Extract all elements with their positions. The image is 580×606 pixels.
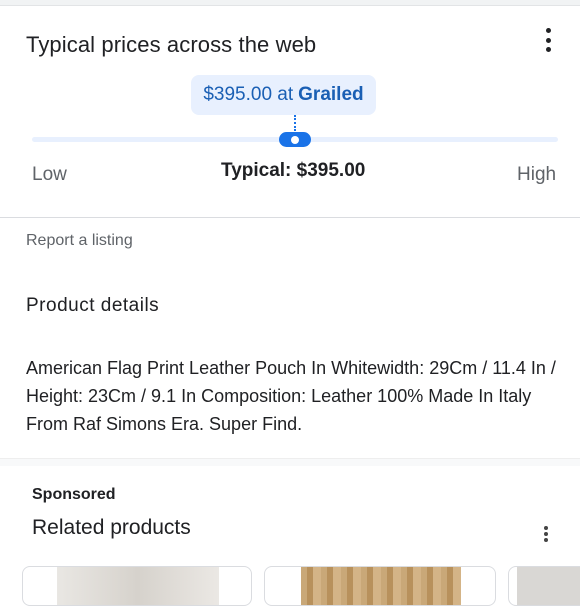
low-label: Low bbox=[32, 164, 67, 185]
typical-price-label: Typical: $395.00 bbox=[221, 160, 366, 181]
related-products-title: Related products bbox=[32, 516, 191, 539]
tooltip-price: $395.00 at bbox=[203, 84, 294, 105]
thumb-dot bbox=[291, 135, 299, 144]
price-card-title: Typical prices across the web bbox=[26, 32, 317, 57]
price-tooltip[interactable]: $395.00 at Grailed bbox=[191, 75, 376, 115]
report-listing-link[interactable]: Report a listing bbox=[26, 232, 133, 250]
related-product-card[interactable] bbox=[264, 566, 496, 606]
price-slider-thumb[interactable] bbox=[279, 132, 311, 147]
high-label: High bbox=[517, 164, 557, 185]
product-thumbnail bbox=[517, 567, 580, 605]
product-thumbnail bbox=[57, 567, 219, 605]
tooltip-store-name: Grailed bbox=[298, 84, 364, 105]
related-product-card[interactable] bbox=[508, 566, 580, 606]
product-thumbnail bbox=[301, 567, 461, 605]
sponsored-label: Sponsored bbox=[32, 486, 116, 503]
more-options-icon[interactable] bbox=[538, 26, 558, 54]
related-product-card[interactable] bbox=[22, 566, 252, 606]
section-divider bbox=[0, 458, 580, 466]
tooltip-connector bbox=[294, 115, 296, 131]
product-details-heading: Product details bbox=[26, 295, 160, 316]
related-more-options-icon[interactable] bbox=[543, 526, 549, 542]
product-description: American Flag Print Leather Pouch In Whi… bbox=[26, 358, 556, 434]
